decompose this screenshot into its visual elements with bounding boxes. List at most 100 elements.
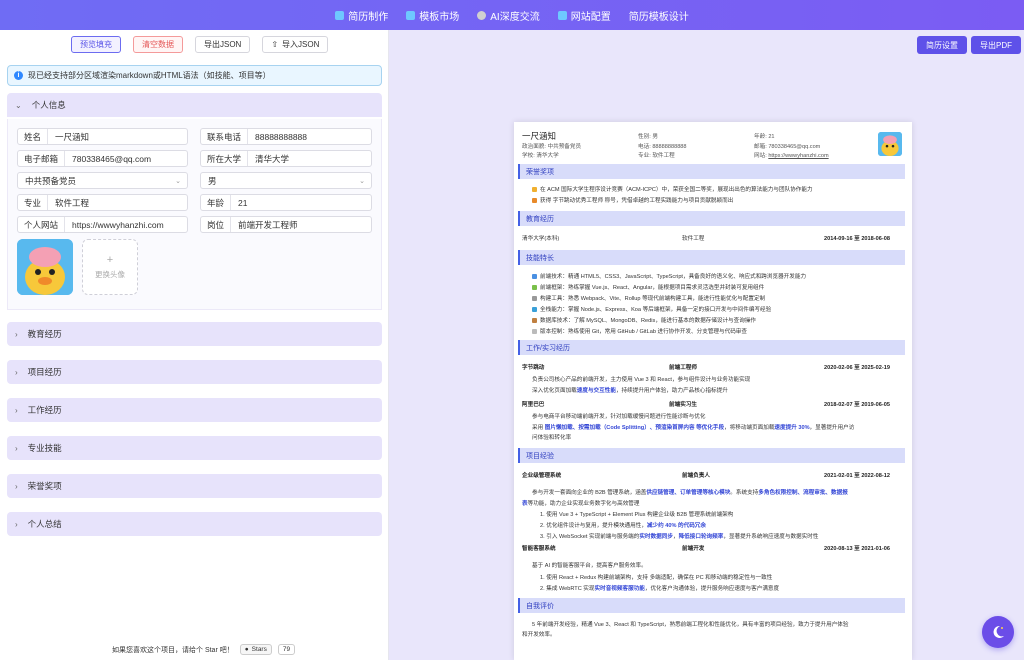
- project-desc: 基于 AI 的智能客服平台，提高客户服务效率。: [532, 563, 647, 569]
- export-json-button[interactable]: 导出JSON: [195, 36, 251, 53]
- chevron-right-icon: ›: [15, 443, 18, 453]
- document-icon: [335, 10, 345, 20]
- nav-ai-chat[interactable]: AI深度交流: [477, 8, 540, 23]
- duck-avatar-icon: [17, 239, 73, 295]
- section-work[interactable]: › 工作经历: [7, 398, 382, 422]
- robot-icon: [477, 10, 487, 20]
- editor-panel: 预览填充 清空数据 导出JSON ⇧ 导入JSON i 现已经支持部分区域渲染ma…: [0, 30, 389, 660]
- chevron-down-icon: ⌄: [175, 177, 181, 185]
- chevron-right-icon: ›: [15, 367, 18, 377]
- position-field[interactable]: 岗位 前端开发工程师: [200, 216, 372, 233]
- star-count: 79: [277, 644, 296, 655]
- duck-avatar-icon: [878, 132, 902, 156]
- resume-section-honor: 荣誉奖项: [518, 164, 905, 179]
- project-item: 1. 使用 React + Redux 构建前端架构，支持 多端适配，确保在 P…: [540, 575, 773, 581]
- info-icon: i: [14, 71, 23, 80]
- resume-section-skill: 技能特长: [518, 250, 905, 265]
- resume-age: 年龄: 21: [754, 134, 775, 140]
- import-json-button[interactable]: ⇧ 导入JSON: [262, 36, 329, 53]
- section-summary[interactable]: › 个人总结: [7, 512, 382, 536]
- resume-email: 邮箱: 780338465@qq.com: [754, 144, 821, 150]
- edu-major: 软件工程: [682, 236, 705, 242]
- project-date: 2021-02-01 至 2022-08-12: [824, 473, 890, 479]
- nav-resume-make[interactable]: 简历制作: [335, 8, 388, 23]
- project-item: 1. 使用 Vue 3 + TypeScript + Element Plus …: [540, 512, 734, 518]
- nav-template-market[interactable]: 模板市场: [406, 8, 459, 23]
- gender-select[interactable]: 男 ⌄: [200, 172, 372, 189]
- skill-item: 前端框架：熟练掌握 Vue.js、React、Angular，能根据项目需求灵活…: [532, 283, 764, 291]
- work-role: 前端工程师: [669, 365, 697, 371]
- website-field[interactable]: 个人网站 https://wwwyhanzhi.com: [17, 216, 188, 233]
- chevron-right-icon: ›: [15, 329, 18, 339]
- top-nav: 简历制作 模板市场 AI深度交流 网站配置 简历模板设计: [0, 0, 1024, 30]
- section-education[interactable]: › 教育经历: [7, 322, 382, 346]
- work-desc: 参与电商平台移动端前端开发，针对加载缓慢问题进行性能诊断与优化: [532, 414, 706, 420]
- section-honors[interactable]: › 荣誉奖项: [7, 474, 382, 498]
- server-icon: [532, 307, 537, 313]
- grid-icon: [406, 10, 416, 20]
- phone-field[interactable]: 联系电话 88888888888: [200, 128, 372, 145]
- major-field[interactable]: 专业 软件工程: [17, 194, 188, 211]
- star-footer: 如果您喜欢这个项目，请给个 Star 吧！ ● Stars 79: [112, 644, 296, 655]
- chevron-down-icon: ⌄: [15, 100, 22, 110]
- resume-settings-button[interactable]: 简历设置: [917, 36, 967, 54]
- project-role: 前端负责人: [682, 473, 710, 479]
- github-star-button[interactable]: ● Stars: [239, 644, 272, 655]
- theme-toggle-button[interactable]: [982, 616, 1014, 648]
- project-role: 前端开发: [682, 546, 705, 552]
- resume-website: 网站: https://wwwyhanzhi.com: [754, 153, 829, 159]
- upload-icon: ⇧: [271, 40, 279, 49]
- nav-site-config[interactable]: 网站配置: [557, 8, 611, 23]
- github-icon: ●: [244, 646, 249, 653]
- self-eval: 5 年前端开发经验，精通 Vue 3、React 和 TypeScript，熟悉…: [532, 622, 849, 628]
- clear-data-button[interactable]: 清空数据: [133, 36, 183, 53]
- resume-section-education: 教育经历: [518, 211, 905, 226]
- project-desc: 参与开发一套面向企业的 B2B 管理系统，涵盖供应链管理、订单管理等核心模块。系…: [532, 490, 848, 496]
- chevron-right-icon: ›: [15, 519, 18, 529]
- medal-icon: [532, 198, 537, 204]
- palette-icon: [532, 285, 537, 291]
- work-desc: 采用 图片懒加载、按需加载（Code Splitting）、预渲染首屏内容 等优…: [532, 425, 855, 431]
- name-field[interactable]: 姓名 一尺涵知: [17, 128, 188, 145]
- wrench-icon: [532, 296, 537, 302]
- nav-template-design[interactable]: 简历模板设计: [629, 8, 689, 23]
- preview-fill-button[interactable]: 预览填充: [71, 36, 121, 53]
- skill-item: 全栈能力：掌握 Node.js、Express、Koa 等后端框架，具备一定的接…: [532, 305, 771, 313]
- editor-toolbar: 预览填充 清空数据 导出JSON ⇧ 导入JSON: [0, 30, 388, 53]
- skill-item: 前端技术：精通 HTML5、CSS3、JavaScript、TypeScript…: [532, 272, 806, 280]
- school-field[interactable]: 所在大学 清华大学: [200, 150, 372, 167]
- project-date: 2020-08-13 至 2021-01-06: [824, 546, 890, 552]
- monitor-icon: [557, 10, 567, 20]
- code-icon: [532, 274, 537, 280]
- resume-avatar: [878, 132, 902, 156]
- resume-school: 学校: 清华大学: [522, 153, 559, 159]
- section-skills[interactable]: › 专业技能: [7, 436, 382, 460]
- skill-item: 版本控制：熟练使用 Git，常用 GitHub / GitLab 进行协作开发、…: [532, 327, 747, 335]
- git-icon: [532, 329, 537, 335]
- project-item: 3. 引入 WebSocket 实现前端与服务端的实时数据同步，降低接口轮询频率…: [540, 534, 819, 540]
- resume-name: 一尺涵知: [522, 131, 557, 141]
- resume-gender: 性别: 男: [638, 134, 658, 140]
- project-item: 2. 优化组件设计与复用，提升模块通用性，减少约 40% 的代码冗余: [540, 523, 706, 529]
- chevron-right-icon: ›: [15, 405, 18, 415]
- resume-major: 专业: 软件工程: [638, 153, 675, 159]
- project-name: 智能客服系统: [522, 546, 556, 552]
- political-select[interactable]: 中共预备党员 ⌄: [17, 172, 188, 189]
- resume-section-project: 项目经验: [518, 448, 905, 463]
- work-date: 2018-02-07 至 2019-06-05: [824, 402, 890, 408]
- section-project[interactable]: › 项目经历: [7, 360, 382, 384]
- work-desc: 问体验和转化率: [532, 435, 572, 441]
- resume-section-self: 自我评价: [518, 598, 905, 613]
- self-eval: 和开发效率。: [522, 632, 556, 638]
- personal-form: 姓名 一尺涵知 联系电话 88888888888 电子邮箱 780338465@qq.…: [7, 119, 382, 310]
- change-avatar-button[interactable]: + 更换头像: [82, 239, 138, 295]
- avatar: [17, 239, 73, 295]
- export-pdf-button[interactable]: 导出PDF: [971, 36, 1021, 54]
- email-field[interactable]: 电子邮箱 780338465@qq.com: [17, 150, 188, 167]
- section-personal[interactable]: ⌄ 个人信息: [7, 93, 382, 117]
- skill-item: 数据库技术：了解 MySQL、MongoDB、Redis，能进行基本的数据存储设…: [532, 316, 756, 324]
- chevron-down-icon: ⌄: [359, 177, 365, 185]
- age-field[interactable]: 年龄 21: [200, 194, 372, 211]
- moon-icon: [993, 625, 1004, 638]
- database-icon: [532, 318, 537, 324]
